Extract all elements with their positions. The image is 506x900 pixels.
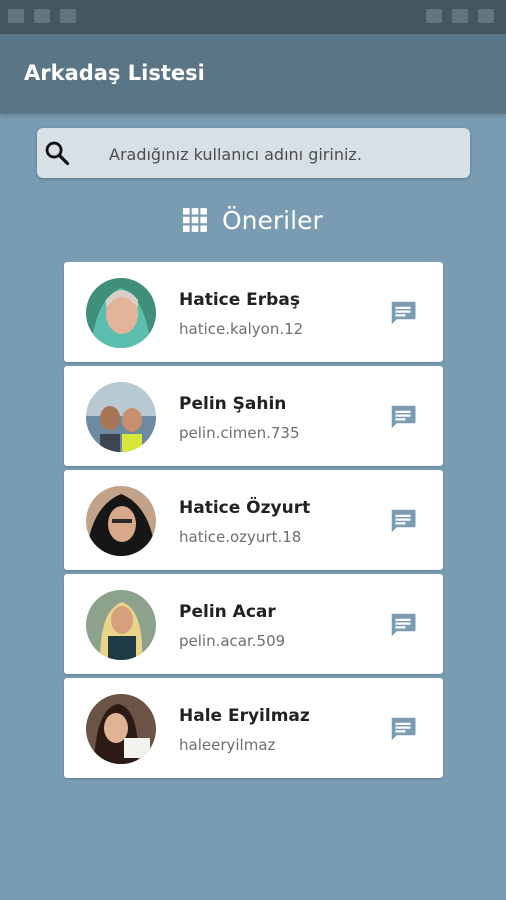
friend-username: hatice.kalyon.12 bbox=[179, 320, 304, 338]
message-icon bbox=[391, 301, 416, 325]
friend-card[interactable]: Hatice Özyurt hatice.ozyurt.18 bbox=[64, 470, 443, 570]
message-icon bbox=[391, 509, 416, 533]
avatar bbox=[86, 382, 156, 452]
avatar bbox=[86, 486, 156, 556]
message-button[interactable] bbox=[386, 400, 420, 434]
page-title: Arkadaş Listesi bbox=[24, 61, 205, 85]
battery-icon bbox=[478, 9, 494, 23]
notification-icon bbox=[60, 9, 76, 23]
friend-name: Hatice Özyurt bbox=[179, 498, 311, 518]
message-icon bbox=[391, 405, 416, 429]
search-icon[interactable] bbox=[43, 139, 71, 167]
app-bar: Arkadaş Listesi bbox=[0, 34, 506, 114]
message-button[interactable] bbox=[386, 296, 420, 330]
message-icon bbox=[391, 717, 416, 741]
message-icon bbox=[391, 613, 416, 637]
avatar bbox=[86, 278, 156, 348]
friend-name: Pelin Şahin bbox=[179, 394, 287, 414]
section-title: Öneriler bbox=[222, 205, 323, 235]
friend-card[interactable]: Hale Eryilmaz haleeryilmaz bbox=[64, 678, 443, 778]
friend-username: pelin.cimen.735 bbox=[179, 424, 300, 442]
message-button[interactable] bbox=[386, 504, 420, 538]
friend-username: hatice.ozyurt.18 bbox=[179, 528, 302, 546]
friend-name: Pelin Acar bbox=[179, 602, 276, 622]
friend-username: pelin.acar.509 bbox=[179, 632, 286, 650]
message-button[interactable] bbox=[386, 608, 420, 642]
friend-name: Hale Eryilmaz bbox=[179, 706, 310, 726]
search-bar[interactable] bbox=[37, 128, 470, 178]
search-input[interactable] bbox=[107, 138, 461, 170]
signal-icon bbox=[452, 9, 468, 23]
system-icons bbox=[426, 9, 494, 23]
friend-list: Hatice Erbaş hatice.kalyon.12 Pelin Şahi… bbox=[64, 262, 443, 782]
friend-card[interactable]: Pelin Acar pelin.acar.509 bbox=[64, 574, 443, 674]
wifi-icon bbox=[426, 9, 442, 23]
status-bar bbox=[0, 0, 506, 34]
avatar bbox=[86, 590, 156, 660]
friend-username: haleeryilmaz bbox=[179, 736, 276, 754]
notification-icons bbox=[8, 9, 76, 23]
message-button[interactable] bbox=[386, 712, 420, 746]
grid-icon bbox=[183, 208, 207, 232]
friend-name: Hatice Erbaş bbox=[179, 290, 300, 310]
notification-icon bbox=[8, 9, 24, 23]
friend-card[interactable]: Pelin Şahin pelin.cimen.735 bbox=[64, 366, 443, 466]
friend-card[interactable]: Hatice Erbaş hatice.kalyon.12 bbox=[64, 262, 443, 362]
suggestions-header: Öneriler bbox=[182, 202, 323, 238]
notification-icon bbox=[34, 9, 50, 23]
avatar bbox=[86, 694, 156, 764]
